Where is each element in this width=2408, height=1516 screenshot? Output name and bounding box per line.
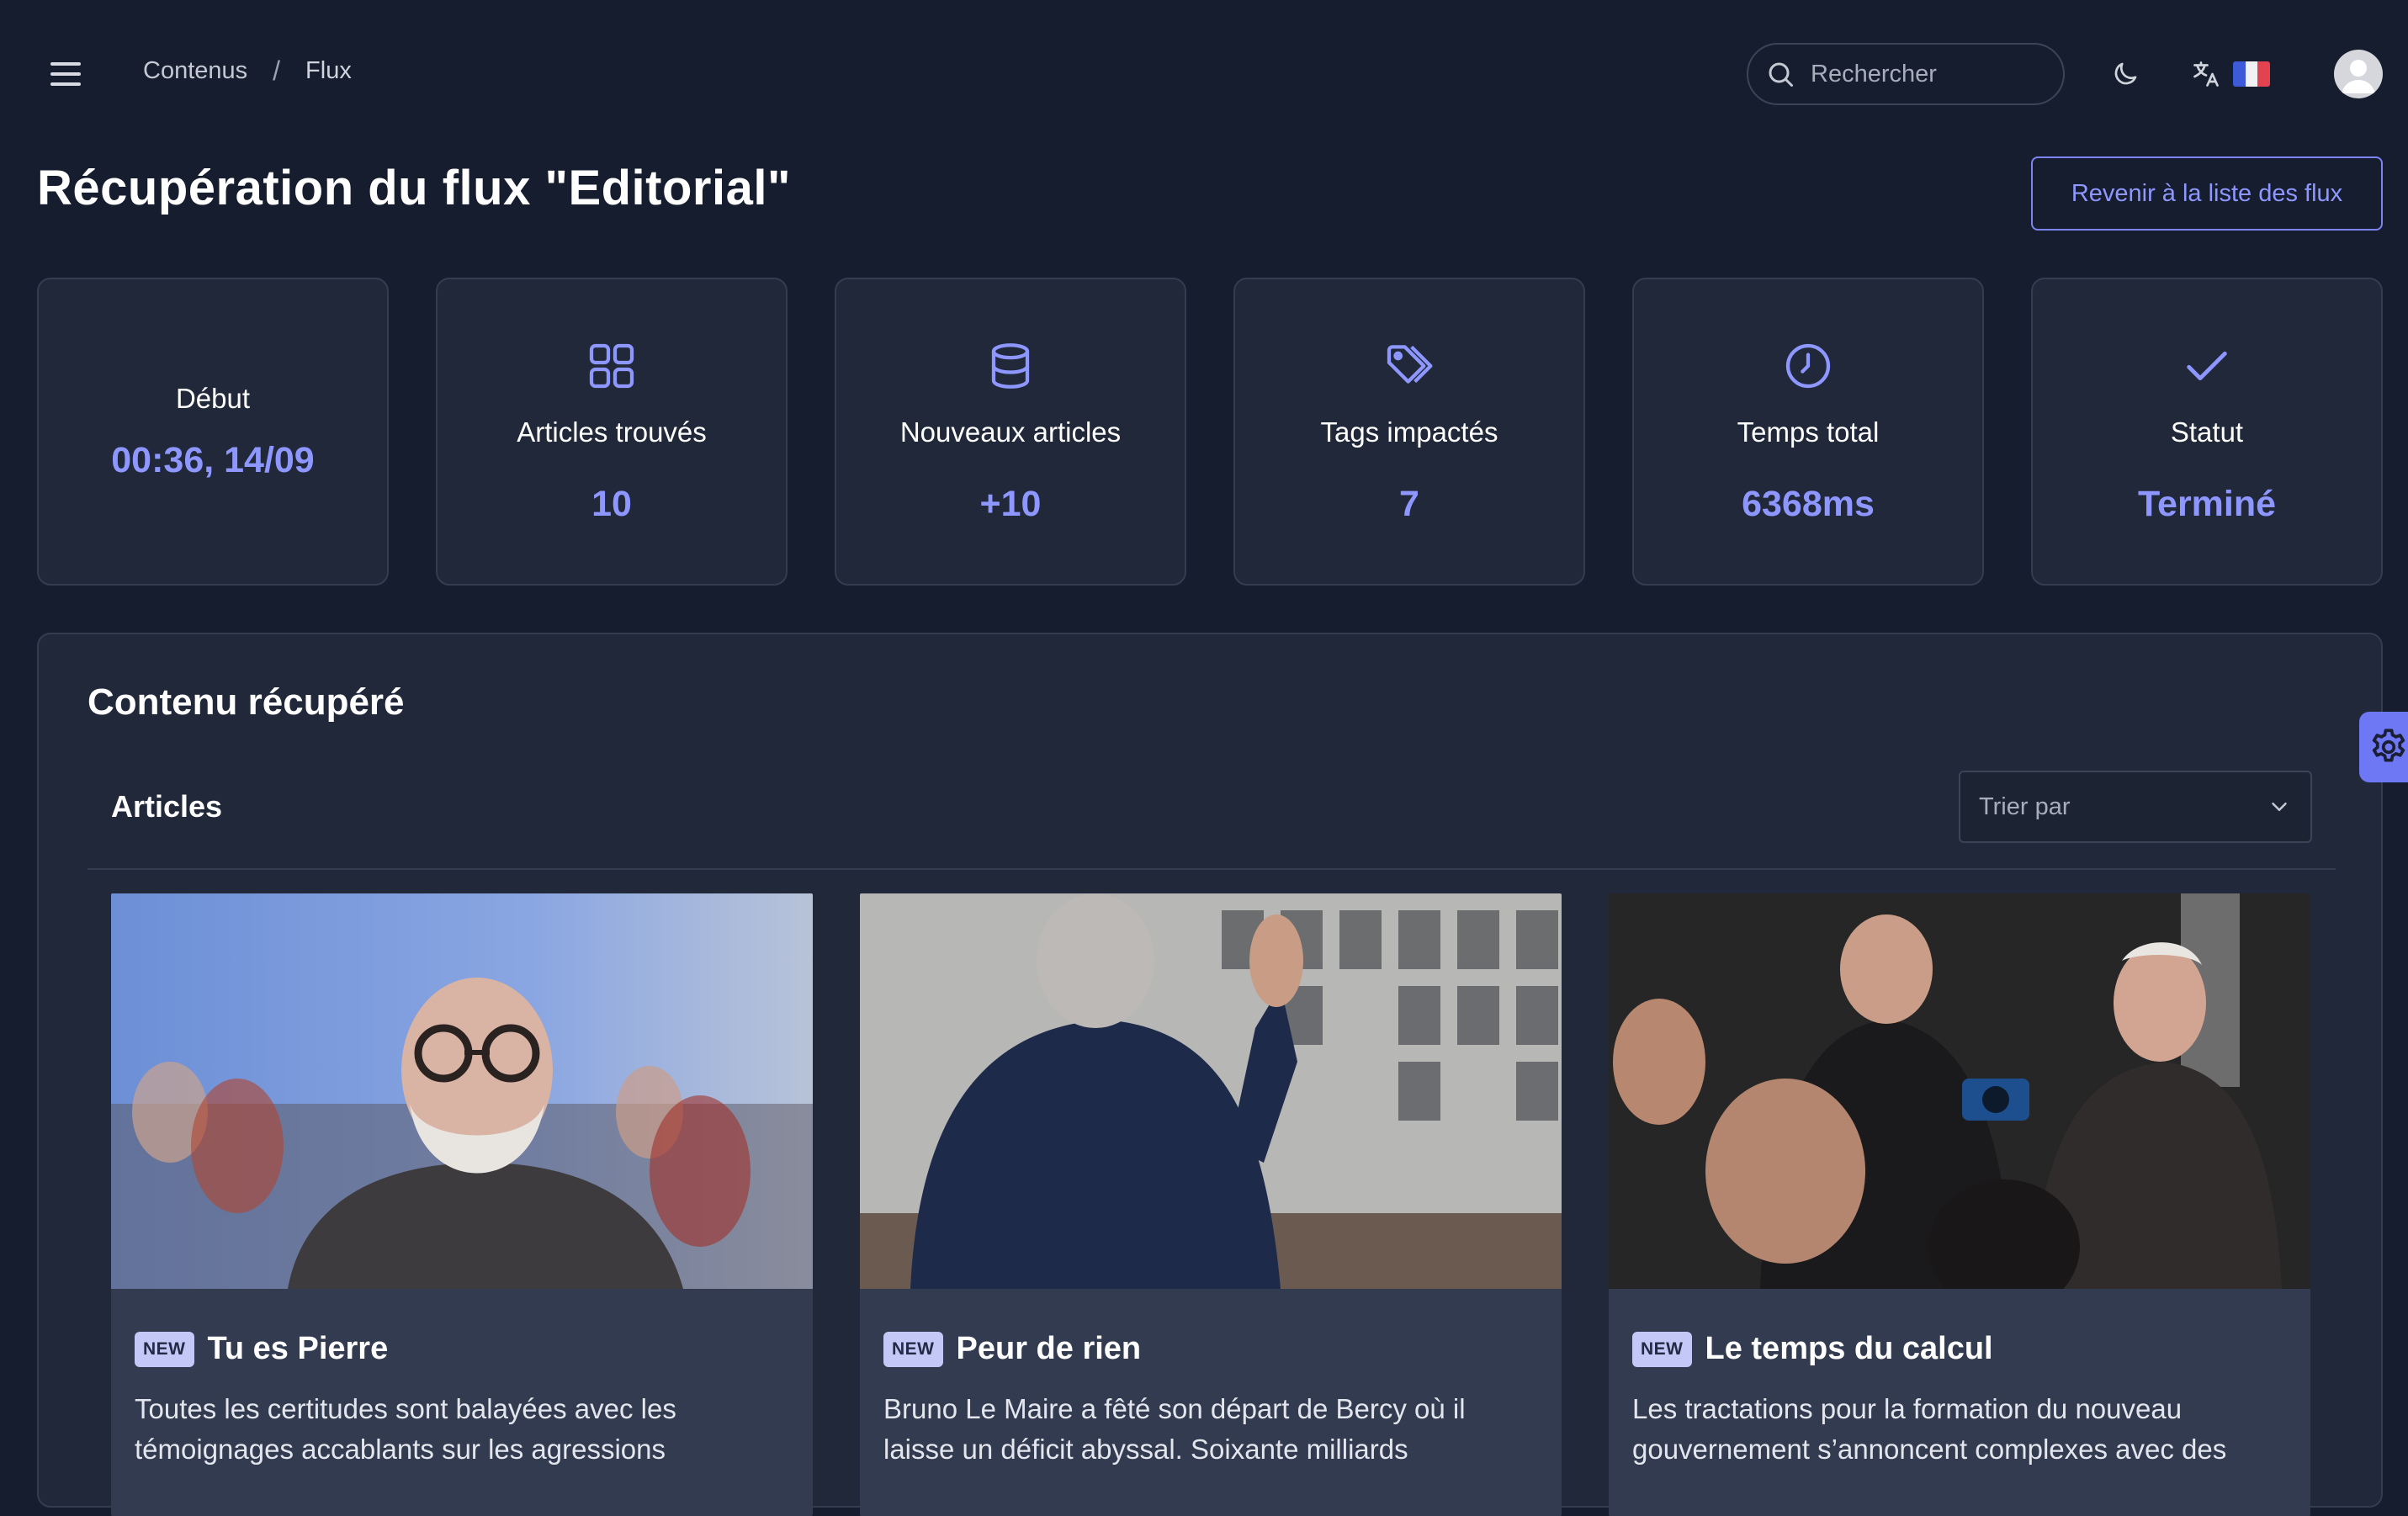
avatar[interactable] [2334,50,2383,98]
stat-label: Statut [2170,416,2244,448]
article-header: NEW Le temps du calcul [1632,1331,2310,1367]
search-input[interactable] [1811,60,2046,88]
article-image[interactable] [1609,893,2310,1289]
article-image[interactable] [860,893,1562,1289]
stat-status: Statut Terminé [2031,278,2383,586]
article-description: Toutes les certitudes sont balayées avec… [135,1393,676,1465]
tags-icon [1387,344,1433,384]
stat-value: 6368ms [1742,483,1875,524]
article-description: Les tractations pour la formation du nou… [1632,1393,2227,1465]
article-card[interactable]: NEW Tu es Pierre Toutes les certitudes s… [111,893,813,1516]
breadcrumb-separator: / [273,56,281,86]
back-to-feeds-button[interactable]: Revenir à la liste des flux [2031,156,2383,231]
stat-label: Temps total [1737,416,1880,448]
stat-value: +10 [979,483,1042,524]
article-card[interactable]: NEW Le temps du calcul Les tractations p… [1609,893,2310,1516]
search-icon [1769,62,1793,87]
new-badge: NEW [1632,1331,1692,1367]
stat-label: Début [175,382,251,414]
top-bar: Contenus / Flux [0,0,2408,148]
translate-icon [2193,61,2219,87]
chevron-down-icon [2272,803,2287,811]
new-badge: NEW [883,1331,943,1367]
new-badge: NEW [135,1331,194,1367]
gear-icon [2372,729,2405,762]
stat-label: Articles trouvés [517,416,707,448]
article-description: Bruno Le Maire a fêté son départ de Berc… [883,1393,1466,1465]
french-flag-icon[interactable] [2233,61,2270,87]
stat-label: Nouveaux articles [899,416,1122,448]
database-icon [991,342,1030,389]
stat-value: 00:36, 14/09 [111,439,315,480]
stat-value: Terminé [2137,483,2277,524]
article-image[interactable] [111,893,813,1289]
article-header: NEW Peur de rien [883,1331,1562,1367]
article-photo [860,893,1562,1289]
stat-label: Tags impactés [1320,416,1498,448]
article-title[interactable]: Peur de rien [957,1331,1142,1367]
stat-value: 7 [1399,483,1419,524]
page-title: Récupération du flux "Editorial" [37,161,791,215]
article-title[interactable]: Le temps du calcul [1705,1331,1993,1367]
user-icon [2342,60,2375,93]
stat-tags-impacted: Tags impactés 7 [1233,278,1585,586]
language-selector[interactable] [2189,57,2223,91]
sort-select[interactable]: Trier par [1959,771,2312,843]
article-header: NEW Tu es Pierre [135,1331,813,1367]
articles-heading: Articles [111,789,223,824]
breadcrumb-parent[interactable]: Contenus [143,57,247,85]
grid-icon [589,343,634,388]
clock-icon [1785,343,1831,388]
sort-placeholder: Trier par [1979,792,2071,820]
article-photo [111,893,813,1289]
breadcrumb: Contenus / Flux [143,56,352,87]
check-icon [2187,351,2227,380]
article-photo [1609,893,2310,1289]
search-box[interactable] [1747,43,2065,105]
moon-icon [2114,62,2137,85]
divider [88,868,2336,870]
settings-tab[interactable] [2359,712,2408,782]
breadcrumb-current[interactable]: Flux [305,57,352,85]
stat-articles-found: Articles trouvés 10 [436,278,788,586]
dark-mode-toggle[interactable] [2107,56,2144,93]
stat-value: 10 [591,483,632,524]
section-title: Contenu récupéré [88,681,405,723]
stat-total-time: Temps total 6368ms [1632,278,1984,586]
menu-icon[interactable] [50,62,81,86]
article-card[interactable]: NEW Peur de rien Bruno Le Maire a fêté s… [860,893,1562,1516]
article-title[interactable]: Tu es Pierre [208,1331,389,1367]
stat-start: Début 00:36, 14/09 [37,278,389,586]
stat-new-articles: Nouveaux articles +10 [835,278,1186,586]
retrieved-content-card: Contenu récupéré Articles Trier par NEW … [37,633,2383,1516]
